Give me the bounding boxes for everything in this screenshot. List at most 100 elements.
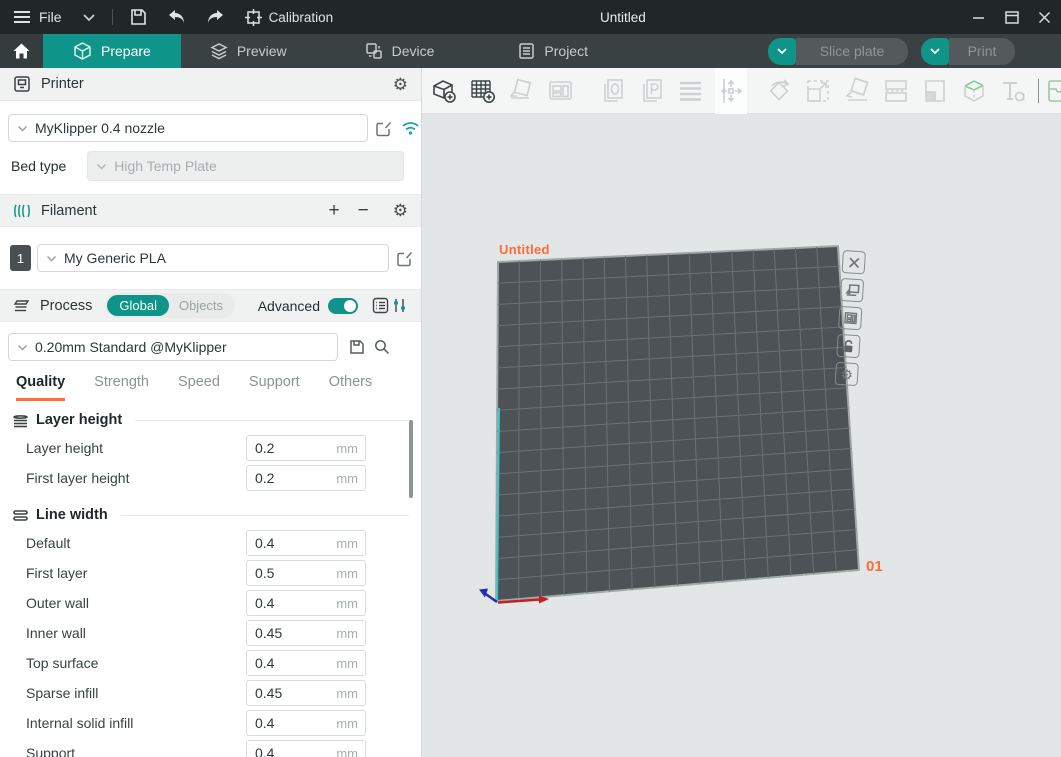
slice-dropdown-button[interactable]: [768, 38, 796, 65]
save-button[interactable]: [129, 8, 147, 26]
slice-plate-button[interactable]: Slice plate: [796, 38, 908, 65]
param-label: First layer: [26, 565, 246, 581]
file-menu-chevron[interactable]: [82, 13, 96, 22]
minimize-button[interactable]: [962, 0, 995, 34]
device-icon: [365, 42, 383, 60]
tab-strength[interactable]: Strength: [94, 374, 149, 401]
tab-project[interactable]: Project: [491, 34, 615, 68]
sidebar-scrollbar[interactable]: [409, 420, 413, 498]
print-dropdown-button[interactable]: [921, 38, 949, 65]
add-plate-icon[interactable]: [468, 77, 496, 105]
save-preset-icon[interactable]: [349, 339, 365, 355]
support-line-width-input[interactable]: [247, 745, 315, 757]
printer-preset-value: MyKlipper 0.4 nozzle: [35, 120, 165, 136]
filament-preset-value: My Generic PLA: [64, 250, 166, 266]
hamburger-icon: [13, 10, 31, 24]
title-bar: File Calibration Untitled: [0, 0, 1061, 34]
add-object-icon[interactable]: [429, 77, 457, 105]
group-divider: [121, 515, 409, 516]
printer-preset-select[interactable]: MyKlipper 0.4 nozzle: [8, 114, 368, 142]
printer-settings-gear-icon[interactable]: ⚙: [393, 76, 408, 93]
paste-icon[interactable]: [637, 77, 665, 105]
process-preset-select[interactable]: 0.20mm Standard @MyKlipper: [8, 333, 338, 361]
redo-icon: [205, 9, 225, 25]
first-layer-line-width-input[interactable]: [247, 565, 315, 581]
lock-plate-button[interactable]: [836, 334, 860, 358]
internal-solid-infill-line-width-input[interactable]: [247, 715, 315, 731]
close-icon: [1038, 11, 1051, 24]
assembly-list-icon[interactable]: [676, 77, 704, 105]
tab-others[interactable]: Others: [329, 374, 373, 401]
copy-icon[interactable]: [598, 77, 626, 105]
toolbar-separator: [1038, 79, 1039, 103]
tab-preview[interactable]: Preview: [183, 34, 314, 68]
calibration-button[interactable]: Calibration: [245, 9, 334, 26]
plate-layout-button[interactable]: [838, 306, 862, 330]
rotate-tool-icon[interactable]: [765, 77, 793, 105]
edit-printer-icon[interactable]: [375, 120, 392, 137]
tab-prepare[interactable]: Prepare: [43, 34, 181, 68]
group-line-width: Line width: [12, 507, 409, 523]
split-to-parts-icon[interactable]: [921, 77, 949, 105]
viewport-3d[interactable]: Untitled 01 ⚙: [422, 68, 1061, 757]
undo-button[interactable]: [167, 9, 187, 25]
scale-tool-icon[interactable]: [804, 77, 832, 105]
plate-name-label[interactable]: Untitled: [499, 242, 550, 257]
first-layer-height-input[interactable]: [247, 470, 315, 486]
outer-wall-line-width-input[interactable]: [247, 595, 315, 611]
file-menu[interactable]: File: [13, 9, 62, 25]
scope-objects-button[interactable]: Objects: [169, 298, 233, 313]
close-button[interactable]: [1028, 0, 1061, 34]
maximize-button[interactable]: [995, 0, 1028, 34]
filament-settings-gear-icon[interactable]: ⚙: [393, 202, 408, 219]
titlebar-divider: [112, 9, 113, 25]
layer-height-input[interactable]: [247, 440, 315, 456]
bed-type-select[interactable]: High Temp Plate: [87, 151, 404, 181]
printer-section-header: Printer ⚙: [0, 68, 421, 101]
unit-label: mm: [336, 656, 365, 671]
compare-presets-icon[interactable]: [391, 297, 408, 314]
auto-orient-icon[interactable]: [507, 77, 535, 105]
plate-settings-button[interactable]: ⚙: [835, 362, 859, 386]
move-tool-highlight: [715, 68, 747, 114]
close-icon: [847, 256, 860, 269]
arrange-plate-button[interactable]: [840, 278, 864, 302]
arrange-icon[interactable]: [546, 77, 574, 105]
preset-list-icon[interactable]: [372, 297, 389, 314]
build-plate[interactable]: [422, 68, 1061, 757]
printer-icon: [13, 75, 31, 93]
inner-wall-line-width-input[interactable]: [247, 625, 315, 641]
tab-quality[interactable]: Quality: [16, 374, 65, 401]
home-button[interactable]: [0, 34, 43, 68]
assembly-view-icon[interactable]: [1047, 77, 1061, 105]
wifi-connection-icon[interactable]: [401, 121, 420, 136]
sparse-infill-line-width-input[interactable]: [247, 685, 315, 701]
print-button[interactable]: Print: [949, 38, 1015, 65]
tab-support[interactable]: Support: [249, 374, 300, 401]
place-on-face-icon[interactable]: [843, 77, 871, 105]
split-to-objects-icon[interactable]: [882, 77, 910, 105]
search-params-icon[interactable]: [374, 339, 390, 355]
viewport-toolbar: [422, 68, 1061, 114]
mesh-boolean-icon[interactable]: [960, 77, 988, 105]
redo-button[interactable]: [205, 9, 225, 25]
line-width-icon: [12, 509, 29, 522]
top-surface-line-width-input[interactable]: [247, 655, 315, 671]
param-input-box: mm: [246, 560, 366, 586]
scope-global-button[interactable]: Global: [107, 295, 169, 316]
tab-speed[interactable]: Speed: [178, 374, 220, 401]
move-tool-icon[interactable]: [717, 77, 745, 105]
tab-device[interactable]: Device: [338, 34, 462, 68]
advanced-toggle[interactable]: [328, 298, 358, 314]
param-label: First layer height: [26, 470, 246, 486]
param-label: Layer height: [26, 440, 246, 456]
sidebar: Printer ⚙ MyKlipper 0.4 nozzle Bed type …: [0, 68, 422, 757]
text-shape-icon[interactable]: [999, 77, 1027, 105]
remove-filament-button[interactable]: −: [358, 200, 369, 222]
delete-plate-button[interactable]: [842, 250, 866, 274]
param-row: First layer mm: [0, 558, 421, 588]
add-filament-button[interactable]: +: [329, 200, 340, 222]
edit-filament-icon[interactable]: [396, 250, 413, 267]
filament-preset-select[interactable]: My Generic PLA: [37, 244, 389, 272]
default-line-width-input[interactable]: [247, 535, 315, 551]
